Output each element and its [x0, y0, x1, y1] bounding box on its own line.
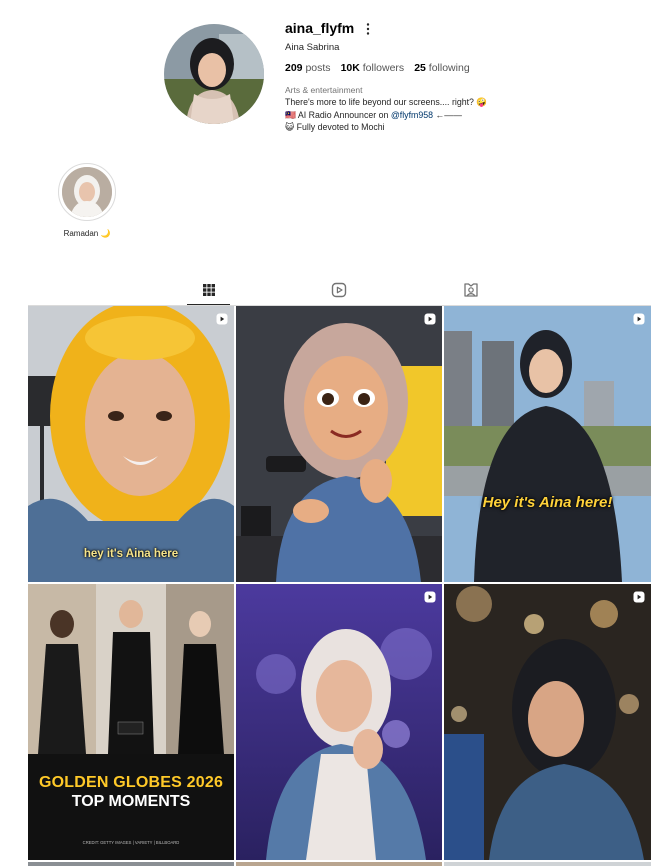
- post-2[interactable]: [236, 306, 442, 582]
- post-4-credit: CREDIT: GETTY IMAGES | VARIETY | BILLBOA…: [82, 840, 180, 845]
- profile-category: Arts & entertainment: [285, 85, 363, 95]
- username: aina_flyfm: [285, 20, 355, 36]
- reel-icon: [633, 591, 645, 603]
- reels-icon[interactable]: [330, 281, 348, 299]
- post-4-subtitle: TOP MOMENTS: [71, 793, 191, 810]
- followers-count: 10K: [340, 62, 360, 74]
- following-count: 25: [414, 62, 426, 74]
- post-grid: hey it's Aina here Hey it's Aina here! G…: [28, 306, 651, 860]
- post-2-thumbnail: [236, 306, 442, 582]
- profile-stats: 209 posts 10K followers 25 following: [285, 62, 470, 74]
- highlight-ramadan[interactable]: Ramadan 🌙: [58, 163, 116, 238]
- highlight-cover: [62, 167, 112, 217]
- post-6[interactable]: [444, 584, 651, 860]
- reel-icon: [216, 313, 228, 325]
- post-1-caption: hey it's Aina here: [83, 548, 179, 560]
- full-name: Aina Sabrina: [285, 42, 340, 53]
- profile-bio: There's more to life beyond our screens.…: [285, 96, 487, 134]
- bio-line-2-suffix: ←——: [433, 109, 462, 120]
- grid-icon[interactable]: [200, 281, 218, 299]
- following-label: following: [428, 62, 470, 74]
- post-5-thumbnail: [236, 584, 442, 860]
- reel-icon: [424, 313, 436, 325]
- next-row-peek: [28, 862, 651, 866]
- more-options-icon[interactable]: [364, 22, 372, 36]
- followers-stat[interactable]: 10K followers: [341, 62, 405, 74]
- post-1-thumbnail: [28, 306, 234, 582]
- post-4[interactable]: GOLDEN GLOBES 2026 TOP MOMENTS CREDIT: G…: [28, 584, 234, 860]
- following-stat[interactable]: 25 following: [414, 62, 469, 74]
- post-5[interactable]: [236, 584, 442, 860]
- bio-line-2-prefix: 🇲🇾 AI Radio Announcer on: [285, 109, 391, 120]
- post-6-thumbnail: [444, 584, 651, 860]
- followers-label: followers: [362, 62, 405, 74]
- profile-avatar[interactable]: [164, 24, 264, 124]
- post-3-thumbnail: [444, 306, 651, 582]
- highlight-label: Ramadan 🌙: [63, 229, 111, 238]
- posts-stat: 209 posts: [285, 62, 331, 74]
- highlight-ring: [58, 163, 116, 221]
- post-3-caption: Hey it's Aina here!: [482, 494, 613, 511]
- bio-line-3: 😺 Fully devoted to Mochi: [285, 122, 385, 132]
- post-4-title: GOLDEN GLOBES 2026: [38, 774, 224, 791]
- reel-icon: [424, 591, 436, 603]
- post-3[interactable]: Hey it's Aina here!: [444, 306, 651, 582]
- tagged-icon[interactable]: [462, 281, 480, 299]
- bio-mention-link[interactable]: @flyfm958: [391, 110, 433, 120]
- posts-count: 209: [285, 62, 303, 74]
- post-1[interactable]: hey it's Aina here: [28, 306, 234, 582]
- bio-line-1: There's more to life beyond our screens.…: [285, 97, 488, 107]
- posts-label: posts: [305, 62, 331, 74]
- profile-avatar-image: [164, 24, 264, 124]
- bio-line-2: 🇲🇾 AI Radio Announcer on @flyfm958 ←——: [285, 109, 487, 122]
- reel-icon: [633, 313, 645, 325]
- post-4-thumbnail: [28, 584, 234, 860]
